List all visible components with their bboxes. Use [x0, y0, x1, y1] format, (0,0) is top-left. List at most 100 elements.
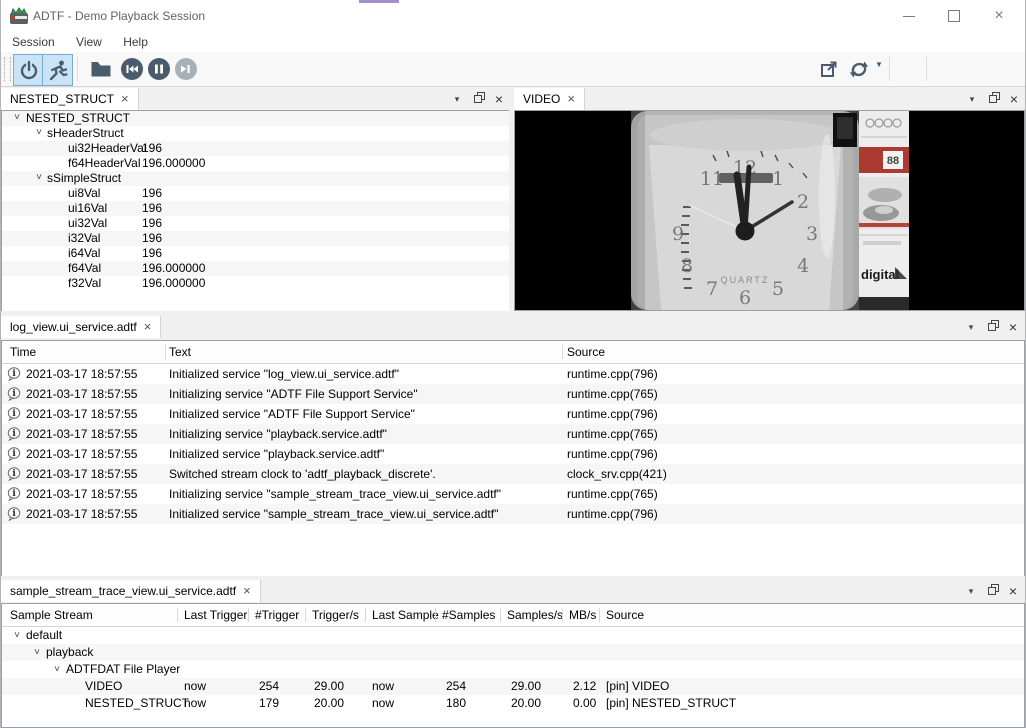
- column-header-source[interactable]: Source: [606, 604, 644, 626]
- tab-close-icon[interactable]: ×: [144, 316, 152, 337]
- menu-help[interactable]: Help: [114, 32, 157, 52]
- tree-row[interactable]: i64Val196: [2, 246, 509, 261]
- panel-close-icon[interactable]: ×: [1005, 583, 1021, 599]
- column-separator[interactable]: [562, 608, 563, 622]
- column-header--samples[interactable]: #Samples: [442, 604, 495, 626]
- close-button[interactable]: ×: [982, 1, 1016, 30]
- table-row[interactable]: i2021-03-17 18:57:55Initialized service …: [2, 504, 1024, 524]
- start-playback-button[interactable]: [42, 54, 73, 86]
- table-row[interactable]: i2021-03-17 18:57:55Initialized service …: [2, 404, 1024, 424]
- tab-close-icon[interactable]: ×: [567, 88, 575, 109]
- column-header-text[interactable]: Text: [169, 341, 191, 363]
- column-header-trigger-s[interactable]: Trigger/s: [312, 604, 359, 626]
- tree-row[interactable]: f64HeaderVal196.000000: [2, 156, 509, 171]
- tab-log-view[interactable]: log_view.ui_service.adtf×: [1, 316, 161, 338]
- skip-end-button[interactable]: [169, 54, 203, 84]
- chevron-down-icon[interactable]: ˅: [32, 171, 46, 185]
- table-row[interactable]: i2021-03-17 18:57:55Initializing service…: [2, 484, 1024, 504]
- column-header-source[interactable]: Source: [567, 341, 605, 363]
- column-separator[interactable]: [365, 608, 366, 622]
- panel-close-icon[interactable]: ×: [491, 91, 507, 107]
- tree-row[interactable]: i32Val196: [2, 231, 509, 246]
- log-table: Time Text Source i2021-03-17 18:57:55Ini…: [1, 340, 1025, 578]
- menu-session[interactable]: Session: [3, 32, 64, 52]
- table-row[interactable]: i2021-03-17 18:57:55Initializing service…: [2, 424, 1024, 444]
- loop-button[interactable]: [845, 54, 873, 84]
- tree-item-value: 196: [142, 216, 162, 231]
- loop-dropdown-button[interactable]: ▼: [875, 60, 883, 69]
- float-panel-icon[interactable]: [986, 91, 1002, 107]
- tab-label: sample_stream_trace_view.ui_service.adtf: [10, 584, 236, 598]
- tree-row[interactable]: ui32HeaderVal196: [2, 141, 509, 156]
- tab-close-icon[interactable]: ×: [243, 580, 251, 601]
- tree-row[interactable]: ui8Val196: [2, 186, 509, 201]
- table-row[interactable]: ˅ADTFDAT File Player: [2, 661, 1024, 678]
- panel-menu-icon[interactable]: ▾: [964, 91, 980, 107]
- column-header-last-sample[interactable]: Last Sample: [372, 604, 439, 626]
- nested-struct-panel-header: NESTED_STRUCT× ▾ ×: [1, 88, 510, 110]
- toolbar-grip[interactable]: [4, 57, 11, 81]
- table-row[interactable]: VIDEOnow25429.00now25429.002.12[pin] VID…: [2, 678, 1024, 695]
- log-source-cell: runtime.cpp(796): [567, 404, 658, 424]
- table-row[interactable]: NESTED_STRUCTnow17920.00now18020.000.00[…: [2, 695, 1024, 712]
- maximize-button[interactable]: [937, 1, 971, 30]
- chevron-down-icon[interactable]: ˅: [10, 111, 24, 125]
- panel-close-icon[interactable]: ×: [1005, 319, 1021, 335]
- chevron-down-icon[interactable]: ˅: [30, 644, 44, 661]
- column-separator[interactable]: [248, 608, 249, 622]
- table-row[interactable]: ˅default: [2, 627, 1024, 644]
- tab-nested-struct[interactable]: NESTED_STRUCT×: [1, 88, 139, 110]
- panel-menu-icon[interactable]: ▾: [963, 583, 979, 599]
- column-header-sample-stream[interactable]: Sample Stream: [10, 604, 93, 626]
- column-header-time[interactable]: Time: [10, 341, 36, 363]
- log-table-header: Time Text Source: [2, 341, 1024, 364]
- table-row[interactable]: i2021-03-17 18:57:55Switched stream cloc…: [2, 464, 1024, 484]
- chevron-down-icon[interactable]: ˅: [10, 627, 24, 644]
- column-separator[interactable]: [435, 608, 436, 622]
- column-separator[interactable]: [177, 608, 178, 622]
- column-separator[interactable]: [599, 608, 600, 622]
- tab-close-icon[interactable]: ×: [121, 88, 129, 109]
- column-header-samples-s[interactable]: Samples/s: [507, 604, 563, 626]
- stream-value-cell: 29.00: [314, 678, 344, 695]
- panel-menu-icon[interactable]: ▾: [963, 319, 979, 335]
- svg-text:5: 5: [772, 278, 784, 300]
- table-row[interactable]: ˅playback: [2, 644, 1024, 661]
- tab-trace-view[interactable]: sample_stream_trace_view.ui_service.adtf…: [1, 580, 261, 602]
- column-header-last-trigger[interactable]: Last Trigger: [184, 604, 247, 626]
- column-separator[interactable]: [500, 608, 501, 622]
- title-bar: ADTF - Demo Playback Session ×: [1, 0, 1025, 32]
- tree-row[interactable]: ui32Val196: [2, 216, 509, 231]
- menu-view[interactable]: View: [67, 32, 111, 52]
- column-separator[interactable]: [165, 345, 166, 359]
- open-folder-button[interactable]: [84, 54, 118, 84]
- chevron-down-icon[interactable]: ˅: [50, 661, 64, 678]
- column-header--trigger[interactable]: #Trigger: [255, 604, 299, 626]
- tree-row[interactable]: ˅NESTED_STRUCT: [2, 111, 509, 126]
- log-text-cell: Initializing service "playback.service.a…: [169, 424, 387, 444]
- minimize-button[interactable]: [892, 1, 926, 30]
- float-panel-icon[interactable]: [471, 91, 487, 107]
- tree-row[interactable]: ui16Val196: [2, 201, 509, 216]
- log-text-cell: Initializing service "sample_stream_trac…: [169, 484, 501, 504]
- tree-row[interactable]: ˅sSimpleStruct: [2, 171, 509, 186]
- table-row[interactable]: i2021-03-17 18:57:55Initializing service…: [2, 384, 1024, 404]
- stream-name-cell: playback: [46, 644, 93, 661]
- tab-video[interactable]: VIDEO×: [514, 88, 585, 110]
- panel-close-icon[interactable]: ×: [1006, 91, 1022, 107]
- table-row[interactable]: i2021-03-17 18:57:55Initialized service …: [2, 364, 1024, 384]
- export-button[interactable]: [815, 54, 843, 84]
- column-separator[interactable]: [562, 345, 563, 359]
- strip-badge-label: 88: [887, 155, 899, 167]
- power-button[interactable]: [13, 54, 44, 86]
- float-panel-icon[interactable]: [985, 583, 1001, 599]
- tree-row[interactable]: f64Val196.000000: [2, 261, 509, 276]
- chevron-down-icon[interactable]: ˅: [32, 126, 46, 140]
- float-panel-icon[interactable]: [985, 319, 1001, 335]
- tree-row[interactable]: ˅sHeaderStruct: [2, 126, 509, 141]
- tree-row[interactable]: f32Val196.000000: [2, 276, 509, 291]
- column-separator[interactable]: [305, 608, 306, 622]
- column-header-mb-s[interactable]: MB/s: [569, 604, 596, 626]
- panel-menu-icon[interactable]: ▾: [449, 91, 465, 107]
- table-row[interactable]: i2021-03-17 18:57:55Initialized service …: [2, 444, 1024, 464]
